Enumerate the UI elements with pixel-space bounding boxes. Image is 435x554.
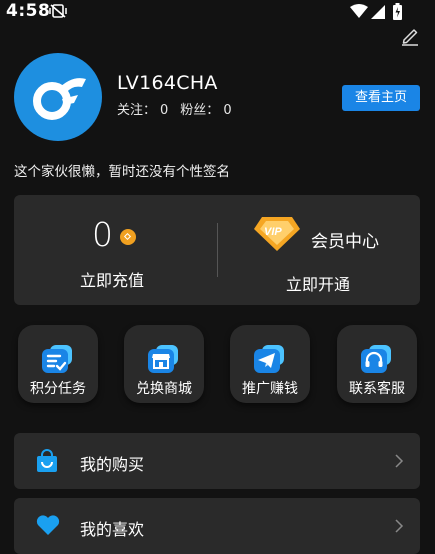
following-count: 0 [160, 103, 169, 118]
wifi-icon [350, 4, 368, 18]
username: LV164CHA [117, 72, 218, 94]
followers-count: 0 [223, 103, 232, 118]
menu-item-label: 我的喜欢 [80, 520, 145, 539]
status-bar: 4:58 [0, 0, 435, 24]
quick-action-promote-earn[interactable]: 推广赚钱 [230, 325, 310, 403]
chevron-right-icon [394, 518, 404, 538]
quick-action-label: 联系客服 [349, 381, 405, 397]
quick-action-label: 兑换商城 [136, 381, 192, 397]
following-label: 关注： [117, 103, 157, 118]
app-logo-icon [33, 78, 86, 120]
coin-icon [120, 229, 136, 245]
quick-action-label: 积分任务 [30, 381, 86, 397]
shopping-bag-icon [36, 449, 58, 477]
signal-icon [371, 5, 385, 19]
quick-action-customer-service[interactable]: 联系客服 [337, 325, 417, 403]
balance-value: 0 [92, 215, 113, 254]
telegram-icon [252, 343, 286, 375]
followers-label: 粉丝： [180, 103, 220, 118]
chevron-right-icon [394, 453, 404, 473]
quick-action-exchange-shop[interactable]: 兑换商城 [124, 325, 204, 403]
shop-icon [146, 343, 180, 375]
recharge-label: 立即充值 [80, 271, 145, 290]
bio-text: 这个家伙很懒，暂时还没有个性签名 [14, 164, 230, 180]
battery-icon [393, 3, 402, 20]
quick-action-label: 推广赚钱 [242, 381, 298, 397]
divider [217, 223, 218, 277]
vibrate-icon [48, 3, 68, 23]
system-icons [349, 2, 409, 26]
vip-center-title: 会员中心 [311, 232, 379, 252]
menu-item-my-purchases[interactable]: 我的购买 [14, 433, 420, 489]
heart-icon [36, 514, 60, 540]
follow-stats: 关注： 0 粉丝： 0 [117, 99, 236, 118]
wallet-card: 0 立即充值 VIP 会员中心 立即开通 [14, 195, 420, 305]
vip-open-label: 立即开通 [286, 275, 351, 294]
menu-item-label: 我的购买 [80, 455, 145, 474]
vip-icon: VIP [252, 215, 302, 257]
task-list-icon [40, 343, 74, 375]
edit-icon[interactable] [400, 26, 420, 46]
status-time: 4:58 [6, 1, 51, 21]
view-homepage-button[interactable]: 查看主页 [342, 85, 420, 111]
vip-badge-text: VIP [264, 226, 282, 238]
headset-icon [359, 343, 393, 375]
avatar[interactable] [14, 53, 102, 141]
menu-item-my-likes[interactable]: 我的喜欢 [14, 498, 420, 554]
quick-action-points-tasks[interactable]: 积分任务 [18, 325, 98, 403]
